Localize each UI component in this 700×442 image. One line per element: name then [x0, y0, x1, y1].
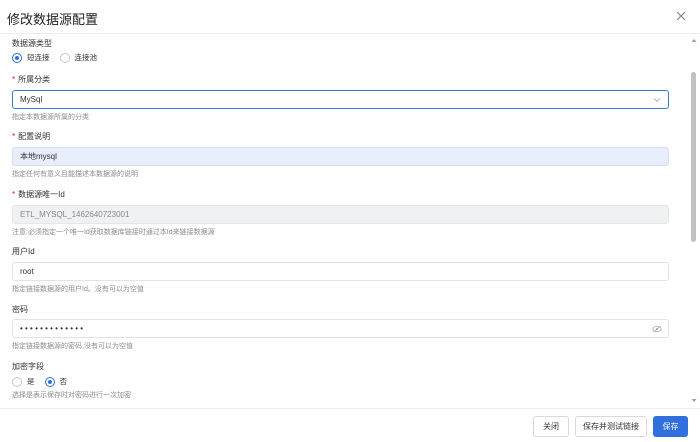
vertical-scrollbar[interactable]	[690, 34, 698, 408]
dialog-footer: 关闭 保存并测试链接 保存	[0, 408, 700, 442]
encrypt-radio-group: 是 否	[12, 376, 77, 387]
required-mark: *	[12, 132, 16, 141]
unique-id-input: ETL_MYSQL_1462640723001	[12, 205, 669, 224]
scrollbar-thumb[interactable]	[691, 72, 696, 242]
radio-unchecked-icon	[59, 52, 70, 63]
radio-connection-pool[interactable]: 连接池	[59, 52, 98, 63]
radio-label: 短连接	[27, 53, 50, 62]
save-and-test-button[interactable]: 保存并测试链接	[575, 416, 647, 437]
radio-encrypt-yes[interactable]: 是	[12, 376, 35, 387]
radio-checked-icon	[44, 376, 55, 387]
radio-label: 是	[27, 377, 35, 386]
radio-encrypt-no[interactable]: 否	[44, 376, 68, 387]
save-button[interactable]: 保存	[653, 416, 688, 437]
unique-id-hint: 注意:必须指定一个唯一Id获取数据库链接时通过本Id来链接数据源	[12, 229, 215, 236]
close-button[interactable]: 关闭	[533, 416, 569, 437]
category-hint: 指定本数据源所属的分类	[12, 114, 89, 121]
category-select[interactable]: MySql	[12, 90, 669, 109]
user-id-input[interactable]: root	[12, 262, 669, 281]
password-hint: 指定链接数据源的密码,没有可以为空值	[12, 343, 133, 350]
scroll-down-arrow-icon[interactable]	[691, 398, 697, 403]
chevron-down-icon	[653, 98, 661, 103]
edit-datasource-dialog: 修改数据源配置 数据源类型 短连接 连接池 * 所属分类 MySql 指定本数据…	[0, 0, 700, 442]
dialog-body: 数据源类型 短连接 连接池 * 所属分类 MySql 指定本数据源所属的分类 * 配…	[0, 34, 688, 408]
dialog-title: 修改数据源配置	[7, 12, 99, 27]
required-mark: *	[12, 75, 16, 84]
close-icon[interactable]	[675, 10, 687, 22]
radio-short-connection[interactable]: 短连接	[12, 52, 50, 63]
description-label: * 配置说明	[12, 132, 51, 141]
radio-label: 连接池	[74, 53, 98, 62]
source-type-radio-group: 短连接 连接池	[12, 52, 107, 63]
radio-checked-icon	[12, 52, 22, 63]
password-input[interactable]: • • • • • • • • • • • • •	[12, 319, 669, 338]
source-type-label: 数据源类型	[12, 39, 52, 48]
encrypt-label: 加密字段	[12, 362, 44, 371]
unique-id-label: * 数据源唯一Id	[12, 190, 65, 199]
eye-off-icon[interactable]	[652, 325, 662, 333]
dialog-header: 修改数据源配置	[0, 0, 700, 34]
required-mark: *	[12, 190, 16, 199]
scroll-up-arrow-icon[interactable]	[691, 38, 697, 43]
radio-label: 否	[59, 377, 68, 386]
description-hint: 指定任何有意义且能描述本数据源的说明	[12, 171, 138, 178]
password-label: 密码	[12, 305, 28, 314]
description-input[interactable]: 本地mysql	[12, 147, 669, 166]
user-id-label: 用户Id	[12, 247, 35, 256]
encrypt-hint: 选择是表示保存时对密码进行一次加密	[12, 392, 131, 399]
radio-unchecked-icon	[12, 376, 22, 387]
category-label: * 所属分类	[12, 75, 51, 84]
user-id-hint: 指定链接数据源的用户Id。没有可以为空值	[12, 286, 144, 293]
